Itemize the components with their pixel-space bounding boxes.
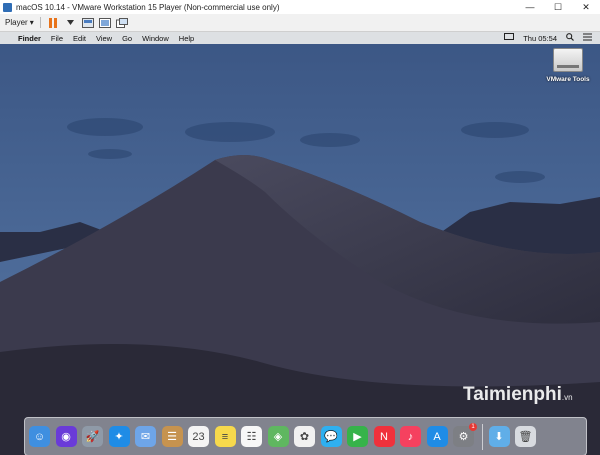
- vmware-app-icon: [3, 2, 12, 12]
- window-title-bar: macOS 10.14 - VMware Workstation 15 Play…: [0, 0, 600, 14]
- calendar-icon[interactable]: 23: [188, 426, 209, 447]
- vmware-tools-disk[interactable]: VMware Tools: [543, 48, 593, 83]
- chevron-down-icon: ▾: [29, 18, 34, 27]
- notification-center-icon[interactable]: [583, 33, 592, 43]
- dock: ☺ ◉ 🚀 ✦ ✉ ☰ 23 ≡ ☷ ◈ ✿ 💬 ▶ N ♪ A ⚙ 1 ⬇ 🗑: [24, 417, 587, 455]
- siri-icon[interactable]: ◉: [55, 426, 77, 447]
- launchpad-icon[interactable]: 🚀: [82, 426, 103, 447]
- safari-icon[interactable]: ✦: [108, 426, 130, 447]
- fullscreen-button[interactable]: [98, 17, 112, 29]
- facetime-icon[interactable]: ▶: [347, 426, 368, 447]
- dock-divider: [481, 423, 483, 450]
- notification-badge: 1: [469, 423, 477, 431]
- news-icon[interactable]: N: [373, 426, 395, 447]
- toolbar-divider: [39, 17, 41, 28]
- unity-button[interactable]: [115, 17, 129, 29]
- minimize-button[interactable]: —: [516, 0, 544, 14]
- maximize-button[interactable]: ☐: [544, 0, 572, 14]
- player-menu-button[interactable]: Player ▾: [5, 18, 34, 27]
- trash-icon[interactable]: 🗑: [515, 426, 536, 447]
- app-store-icon[interactable]: A: [426, 426, 448, 447]
- downloads-folder-icon[interactable]: ⬇: [488, 426, 510, 447]
- watermark-brand: Taimienphi: [463, 384, 562, 405]
- window-title: macOS 10.14 - VMware Workstation 15 Play…: [16, 2, 280, 12]
- menu-finder[interactable]: Finder: [18, 34, 41, 43]
- chevron-down-icon[interactable]: [64, 17, 78, 29]
- system-preferences-icon[interactable]: ⚙ 1: [453, 423, 477, 447]
- finder-icon[interactable]: ☺: [29, 426, 50, 447]
- menu-go[interactable]: Go: [122, 34, 132, 43]
- clock[interactable]: Thu 05:54: [523, 34, 557, 43]
- mail-icon[interactable]: ✉: [135, 426, 156, 447]
- spotlight-search-icon[interactable]: [566, 33, 574, 43]
- mac-menu-bar: Finder File Edit View Go Window Help Thu…: [0, 32, 600, 44]
- maps-icon[interactable]: ◈: [267, 426, 289, 447]
- pause-button[interactable]: [47, 17, 61, 29]
- menu-window[interactable]: Window: [142, 34, 169, 43]
- contacts-icon[interactable]: ☰: [161, 426, 183, 447]
- display-mirror-icon[interactable]: [504, 33, 515, 43]
- vmware-toolbar: Player ▾: [0, 14, 600, 32]
- close-button[interactable]: ✕: [572, 0, 600, 14]
- photos-icon[interactable]: ✿: [294, 426, 315, 447]
- watermark: Taimienphi.vn: [463, 384, 573, 406]
- player-label: Player: [5, 18, 28, 27]
- menu-help[interactable]: Help: [179, 34, 194, 43]
- menu-file[interactable]: File: [51, 34, 63, 43]
- send-ctrl-alt-del-button[interactable]: [81, 17, 95, 29]
- messages-icon[interactable]: 💬: [320, 426, 342, 447]
- disk-icon: [553, 48, 583, 72]
- vmware-tools-label: VMware Tools: [546, 76, 590, 83]
- music-icon[interactable]: ♪: [400, 426, 421, 447]
- reminders-icon[interactable]: ☷: [241, 426, 262, 447]
- watermark-suffix: .vn: [561, 393, 573, 402]
- macos-desktop[interactable]: Finder File Edit View Go Window Help Thu…: [0, 32, 600, 455]
- pause-icon: [48, 17, 59, 28]
- menu-view[interactable]: View: [96, 34, 112, 43]
- notes-icon[interactable]: ≡: [214, 426, 236, 447]
- menu-edit[interactable]: Edit: [73, 34, 86, 43]
